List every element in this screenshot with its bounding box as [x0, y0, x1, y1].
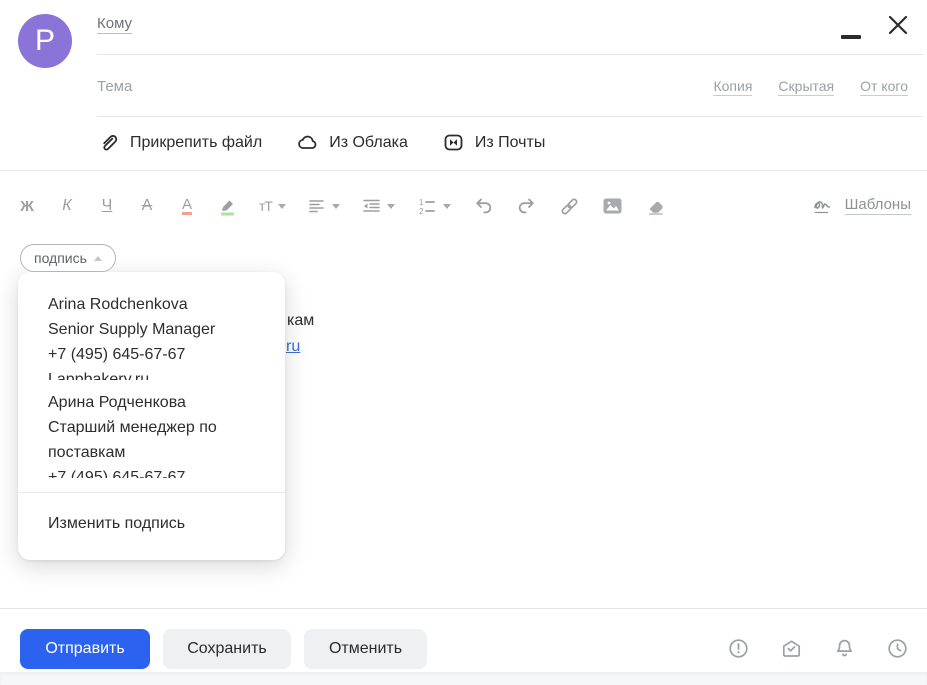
- header-extra-links: Копия Скрытая От кого: [713, 78, 908, 96]
- send-button[interactable]: Отправить: [20, 629, 150, 669]
- numbered-list-icon: 1 2: [419, 198, 435, 215]
- image-icon: [603, 198, 622, 214]
- attach-row-divider: [0, 170, 927, 171]
- chevron-down-icon: [277, 203, 286, 209]
- signature-option-english[interactable]: Arina Rodchenkova Senior Supply Manager …: [48, 292, 255, 380]
- signature-icon[interactable]: [813, 197, 835, 215]
- bcc-link[interactable]: Скрытая: [778, 78, 835, 96]
- indent-button[interactable]: [362, 198, 395, 214]
- body-link-fragment[interactable]: ru: [286, 338, 300, 356]
- signature-line: Arina Rodchenkova: [48, 296, 188, 313]
- bold-button[interactable]: Ж: [18, 198, 36, 215]
- save-button[interactable]: Сохранить: [163, 629, 291, 669]
- schedule-send-icon[interactable]: [886, 637, 909, 660]
- body-text-fragment[interactable]: кам: [287, 312, 314, 330]
- signature-line: Старший менеджер по поставкам: [48, 419, 217, 461]
- underline-button[interactable]: Ч: [98, 197, 116, 215]
- paperclip-icon: [103, 135, 118, 151]
- clear-format-button[interactable]: [645, 196, 667, 216]
- chevron-up-icon: [93, 255, 102, 261]
- close-icon[interactable]: [886, 13, 910, 37]
- attach-file-label: Прикрепить файл: [130, 133, 263, 151]
- from-mail-label: Из Почты: [474, 133, 546, 151]
- from-link[interactable]: От кого: [860, 78, 908, 96]
- signature-list: Arina Rodchenkova Senior Supply Manager …: [18, 272, 285, 492]
- bold-glyph: Ж: [20, 197, 34, 215]
- cloud-icon: [298, 135, 317, 149]
- signature-popup: Arina Rodchenkova Senior Supply Manager …: [18, 272, 285, 560]
- minimize-icon[interactable]: [841, 35, 861, 39]
- toolbar-right: Шаблоны: [813, 196, 911, 215]
- strikethrough-glyph: А: [141, 197, 153, 214]
- subject-input[interactable]: [97, 74, 517, 98]
- font-size-glyph: тТ: [259, 198, 273, 214]
- cancel-button[interactable]: Отменить: [304, 629, 427, 669]
- chevron-down-icon: [442, 203, 451, 209]
- indent-icon: [363, 199, 380, 212]
- avatar[interactable]: P: [18, 14, 72, 68]
- from-cloud-label: Из Облака: [329, 133, 408, 151]
- templates-link[interactable]: Шаблоны: [844, 196, 911, 215]
- signature-line: Lappbakery.ru: [48, 371, 150, 380]
- font-size-button[interactable]: тТ: [259, 198, 286, 214]
- attach-file-button[interactable]: Прикрепить файл: [97, 131, 262, 154]
- highlighter-icon: [221, 200, 234, 216]
- text-color-glyph: А: [181, 196, 192, 216]
- text-color-button[interactable]: А: [178, 196, 196, 216]
- signature-line: +7 (495) 645-67-67: [48, 469, 186, 478]
- from-cloud-button[interactable]: Из Облака: [296, 131, 408, 154]
- svg-text:2: 2: [419, 207, 424, 215]
- undo-button[interactable]: [473, 196, 494, 216]
- insert-image-button[interactable]: [602, 197, 623, 215]
- signature-line: Арина Родченкова: [48, 394, 186, 411]
- importance-icon[interactable]: [727, 637, 750, 660]
- italic-glyph: К: [62, 197, 72, 214]
- chevron-down-icon: [386, 203, 395, 209]
- eraser-icon: [648, 201, 663, 215]
- svg-text:1: 1: [419, 198, 424, 207]
- redo-button[interactable]: [516, 196, 537, 216]
- chevron-down-icon: [331, 203, 340, 209]
- insert-link-button[interactable]: [559, 196, 580, 217]
- align-left-icon: [309, 200, 324, 213]
- receipt-check-icon[interactable]: [780, 637, 803, 660]
- footer-divider: [0, 608, 927, 609]
- to-row-divider: [97, 54, 923, 55]
- page-background-strip: [0, 672, 927, 685]
- format-toolbar: Ж К Ч А А тТ 1 2: [18, 192, 689, 220]
- undo-icon: [476, 198, 492, 214]
- subject-row-divider: [97, 116, 923, 117]
- signature-toggle-label: подпись: [34, 250, 87, 266]
- signature-line: Senior Supply Manager: [48, 321, 216, 338]
- notification-bell-icon[interactable]: [833, 637, 856, 660]
- edit-signature-button[interactable]: Изменить подпись: [18, 493, 285, 560]
- attach-row: Прикрепить файл Из Облака Из Почты: [97, 131, 545, 154]
- highlight-color-button[interactable]: [218, 196, 237, 216]
- mail-icon: [444, 134, 463, 151]
- link-icon: [561, 198, 578, 214]
- italic-button[interactable]: К: [58, 197, 76, 215]
- strikethrough-button[interactable]: А: [138, 197, 156, 215]
- footer-icons: [727, 637, 909, 660]
- from-mail-button[interactable]: Из Почты: [442, 131, 546, 154]
- signature-line: +7 (495) 645-67-67: [48, 346, 186, 363]
- align-button[interactable]: [308, 198, 340, 214]
- signature-option-russian[interactable]: Арина Родченкова Старший менеджер по пос…: [48, 390, 255, 478]
- cc-link[interactable]: Копия: [713, 78, 753, 96]
- redo-icon: [518, 198, 534, 214]
- to-field-label[interactable]: Кому: [97, 15, 133, 34]
- underline-glyph: Ч: [101, 197, 113, 214]
- signature-toggle-button[interactable]: подпись: [20, 244, 116, 272]
- list-button[interactable]: 1 2: [417, 197, 451, 215]
